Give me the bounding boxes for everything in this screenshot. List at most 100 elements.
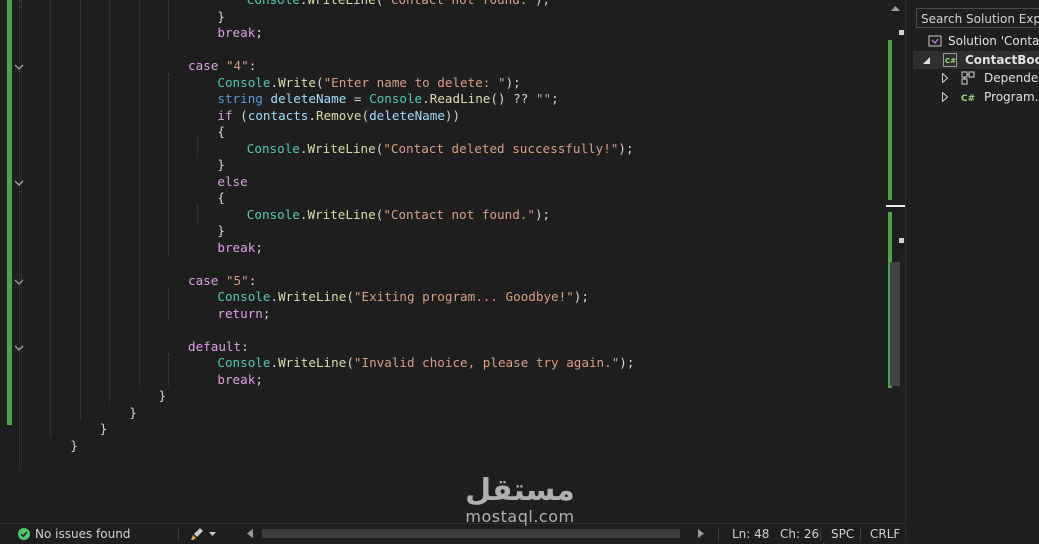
fold-chevron-icon[interactable] [14,343,24,353]
scrollbar-change-marker [888,40,892,200]
code-token: deleteName [369,107,445,123]
code-token: string [217,91,263,106]
brush-cleanup-icon[interactable] [191,527,205,541]
code-token: ); [535,0,550,7]
code-token: ; [262,305,271,321]
solution-search-input[interactable]: Search Solution Explorer [916,8,1039,28]
code-line[interactable]: } [70,438,78,454]
code-token: "Contact not found." [383,206,535,222]
code-line[interactable]: } [159,388,167,404]
spacing-mode[interactable]: SPC [831,524,854,544]
dependencies-icon [961,71,975,85]
code-line[interactable]: break; [217,240,263,256]
code-token: ; [255,239,263,255]
code-token: break [217,371,256,387]
code-token: { [217,124,225,139]
code-line[interactable]: Console.WriteLine("Invalid choice, pleas… [217,355,634,371]
fold-chevron-icon[interactable] [14,178,24,188]
code-line[interactable]: Console.WriteLine("Contact deleted succe… [247,141,634,157]
fold-chevron-icon[interactable] [14,62,24,72]
code-line[interactable]: break; [217,372,263,388]
tree-item-solution[interactable]: Solution 'ContactBook' [913,32,1039,50]
collapsed-triangle-icon[interactable] [942,92,948,102]
code-line[interactable]: case "5": [188,273,256,289]
code-token: )) [444,107,461,123]
editor-vertical-scrollbar[interactable] [886,0,905,523]
code-token: ); [618,140,634,156]
code-line[interactable]: } [100,421,108,437]
code-editor[interactable]: Console.WriteLine("Contact not found.");… [0,0,886,523]
code-line[interactable]: } [217,223,225,239]
fold-chevron-icon[interactable] [14,277,24,287]
status-bar: No issues found Ln: 48 Ch: 26 SPC CRLF [0,523,905,544]
code-token: ReadLine [429,91,491,106]
code-token: : [241,338,249,354]
code-token: ; [255,371,263,387]
tree-item-label: ContactBook [965,53,1039,67]
tree-item-label: Dependencies [984,71,1039,85]
code-token: { [217,190,225,205]
code-line[interactable]: Console.WriteLine("Exiting program... Go… [217,289,589,305]
csharp-file-icon: C# [961,94,975,104]
expanded-triangle-icon[interactable] [923,57,930,64]
code-line[interactable]: default: [188,339,249,355]
scroll-right-icon[interactable] [698,529,704,538]
indent-guide [168,0,169,42]
code-line[interactable]: Console.WriteLine("Contact not found."); [247,207,550,223]
code-line[interactable]: case "4": [188,58,256,74]
code-line[interactable]: { [217,124,225,140]
code-token: Remove [316,107,362,123]
code-token: } [70,437,78,453]
code-line[interactable]: } [217,9,225,25]
scrollbar-thumb[interactable] [890,262,900,386]
scroll-up-icon[interactable] [891,6,900,12]
code-line[interactable]: if (contacts.Remove(deleteName)) [217,108,460,124]
code-line[interactable]: Console.WriteLine("Contact not found."); [247,0,550,8]
scroll-left-icon[interactable] [247,529,253,538]
code-line[interactable]: break; [217,25,263,41]
code-token: return [217,305,263,321]
code-token: ); [619,355,635,370]
svg-text:C#: C# [945,57,956,65]
tree-item-project[interactable]: C# ContactBook [913,51,1039,69]
code-token: ( [361,107,370,123]
code-token: if [217,107,233,123]
issues-status[interactable]: No issues found [35,524,130,544]
code-line[interactable]: } [129,405,137,421]
code-token: ; [255,25,263,40]
scrollbar-marker [899,30,904,35]
tree-item-dependencies[interactable]: Dependencies [913,69,1039,87]
code-token: ( [346,355,354,370]
code-token: Console [217,74,271,90]
code-line[interactable]: } [217,157,225,173]
code-line[interactable]: Console.Write("Enter name to delete: "); [217,75,520,91]
code-line[interactable]: { [217,190,225,206]
code-token: ); [505,74,521,90]
line-number[interactable]: Ln: 48 [732,524,769,544]
code-token: () ?? [490,91,536,106]
code-token: "Invalid choice, please try again." [353,355,620,370]
column-number[interactable]: Ch: 26 [780,524,819,544]
code-line[interactable]: else [217,174,247,190]
line-ending[interactable]: CRLF [870,524,900,544]
code-token: . [270,74,279,90]
check-circle-icon [18,528,30,540]
code-token: "5" [225,272,249,288]
code-token: break [217,239,256,255]
code-line[interactable]: string deleteName = Console.ReadLine() ?… [217,91,558,107]
collapsed-triangle-icon[interactable] [942,73,948,83]
code-token: } [217,223,225,238]
code-token: . [422,91,430,106]
tree-item-program-cs[interactable]: C# Program.cs [913,88,1039,106]
scrollbar-marker [899,238,904,243]
code-token: ); [534,206,551,222]
code-token: } [158,388,167,403]
csharp-project-icon: C# [943,53,957,67]
code-token: case [188,272,219,288]
code-token: "Contact deleted successfully!" [383,140,619,156]
status-separator [860,527,861,541]
chevron-down-icon[interactable] [209,532,216,536]
code-line[interactable]: return; [217,306,270,322]
